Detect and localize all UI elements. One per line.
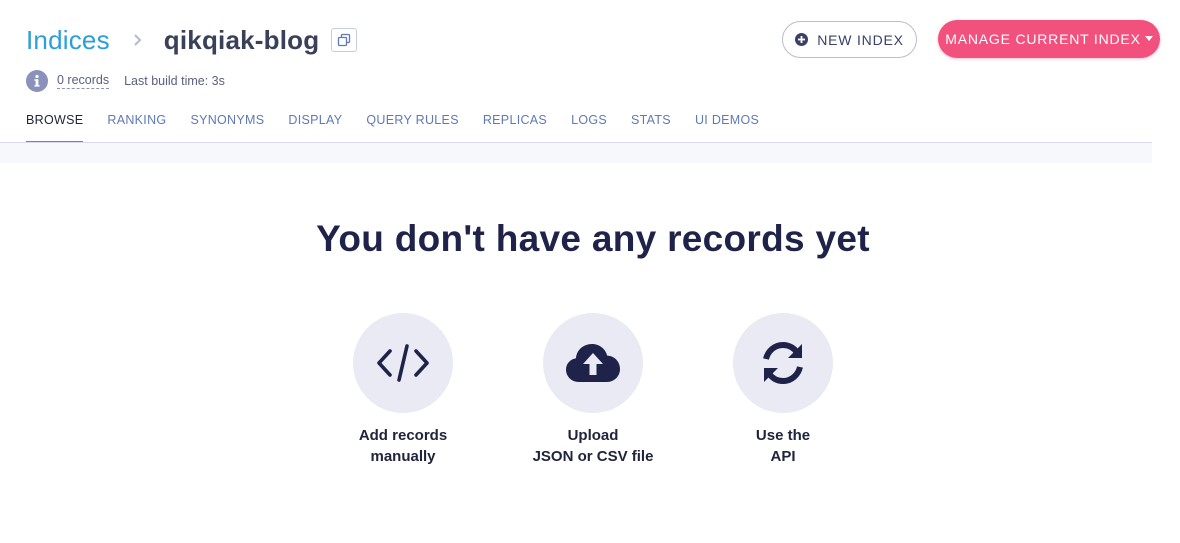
copy-icon bbox=[338, 33, 351, 47]
add-records-line1: Add records bbox=[358, 427, 448, 444]
tab-display[interactable]: DISPLAY bbox=[288, 104, 342, 143]
manage-current-index-button[interactable]: MANAGE CURRENT INDEX bbox=[938, 20, 1160, 58]
index-meta: 0 records Last build time: 3s bbox=[26, 69, 225, 93]
sync-icon bbox=[763, 341, 803, 385]
new-index-label: NEW INDEX bbox=[817, 31, 904, 48]
use-api-line1: Use the bbox=[755, 427, 811, 444]
content-top-strip bbox=[0, 143, 1152, 163]
cloud-upload-icon bbox=[566, 344, 620, 382]
index-name: qikqiak-blog bbox=[163, 24, 320, 55]
tab-logs[interactable]: LOGS bbox=[571, 104, 607, 143]
tab-replicas[interactable]: REPLICAS bbox=[483, 104, 547, 143]
info-icon bbox=[26, 70, 48, 92]
records-count-link[interactable]: 0 records bbox=[57, 73, 110, 89]
use-api-label: Use the API bbox=[703, 425, 863, 467]
tab-synonyms[interactable]: SYNONYMS bbox=[190, 104, 264, 143]
use-api-line2: API bbox=[770, 448, 796, 465]
chevron-right-icon bbox=[134, 34, 142, 46]
plus-circle-icon bbox=[795, 33, 809, 46]
add-records-circle bbox=[353, 313, 453, 413]
tab-browse[interactable]: BROWSE bbox=[26, 104, 84, 144]
tab-ranking[interactable]: RANKING bbox=[107, 104, 166, 143]
use-api-circle bbox=[733, 313, 833, 413]
upload-line2: JSON or CSV file bbox=[532, 448, 654, 465]
manage-index-label: MANAGE CURRENT INDEX bbox=[945, 31, 1141, 47]
index-tabs: BROWSE RANKING SYNONYMS DISPLAY QUERY RU… bbox=[26, 104, 783, 144]
upload-line1: Upload bbox=[567, 427, 619, 444]
tab-ui-demos[interactable]: UI DEMOS bbox=[695, 104, 759, 143]
use-api-option[interactable]: Use the API bbox=[703, 313, 863, 467]
upload-file-option[interactable]: Upload JSON or CSV file bbox=[513, 313, 673, 467]
add-records-label: Add records manually bbox=[323, 425, 483, 467]
add-records-manually-option[interactable]: Add records manually bbox=[323, 313, 483, 467]
tab-stats[interactable]: STATS bbox=[631, 104, 671, 143]
index-header: Indices qikqiak-blog 0 records Last buil… bbox=[0, 0, 1180, 144]
copy-index-name-button[interactable] bbox=[331, 28, 358, 52]
last-build-time: Last build time: 3s bbox=[124, 74, 225, 88]
upload-circle bbox=[543, 313, 643, 413]
code-icon bbox=[377, 344, 429, 382]
caret-down-icon bbox=[1144, 35, 1153, 41]
breadcrumb: Indices qikqiak-blog bbox=[26, 20, 358, 60]
add-records-line2: manually bbox=[370, 448, 436, 465]
new-index-button[interactable]: NEW INDEX bbox=[782, 21, 917, 58]
empty-state-title: You don't have any records yet bbox=[316, 218, 870, 259]
upload-label: Upload JSON or CSV file bbox=[513, 425, 673, 467]
tab-query-rules[interactable]: QUERY RULES bbox=[366, 104, 458, 143]
breadcrumb-indices-link[interactable]: Indices bbox=[26, 25, 110, 56]
